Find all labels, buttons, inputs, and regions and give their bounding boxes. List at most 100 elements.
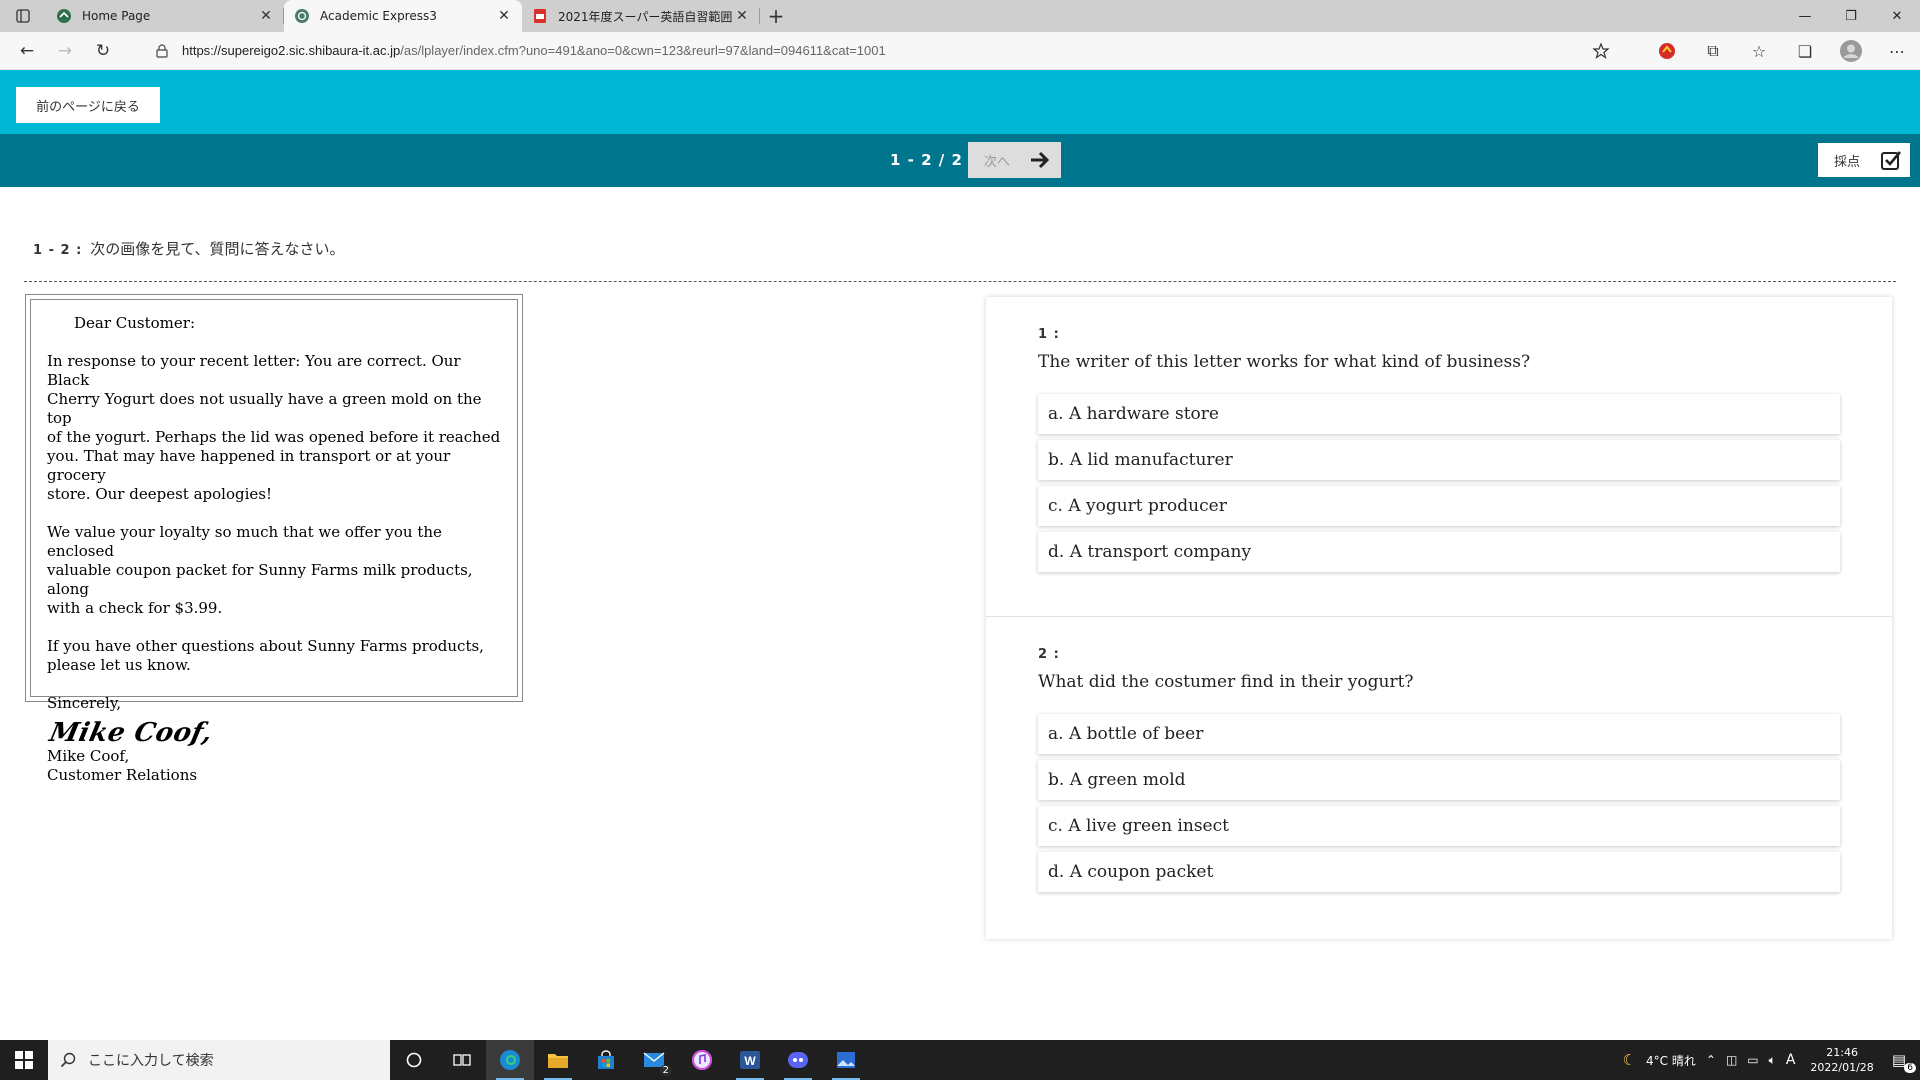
- browser-extensions: ⧉ ☆ ❏ ⋯: [1644, 32, 1920, 70]
- question-set-instruction: 次の画像を見て、質問に答えなさい。: [90, 240, 345, 258]
- answer-option-d[interactable]: d. A coupon packet: [1038, 852, 1840, 892]
- minimize-button[interactable]: —: [1782, 0, 1828, 32]
- show-hidden-icons-icon[interactable]: ⌃: [1701, 1053, 1721, 1067]
- answer-option-b[interactable]: b. A lid manufacturer: [1038, 440, 1840, 480]
- question-text: The writer of this letter works for what…: [1038, 352, 1531, 372]
- letter-greeting: Dear Customer:: [74, 314, 196, 332]
- lock-icon: [150, 43, 174, 58]
- tab-title: 2021年度スーパー英語自習範囲: [558, 9, 733, 24]
- app-nav-bar: 1 - 2 / 2 次へ 採点: [0, 134, 1920, 187]
- letter-closing: Sincerely,: [47, 694, 122, 712]
- extension-red-icon[interactable]: [1644, 32, 1690, 70]
- arrow-right-icon: [1031, 151, 1050, 169]
- question-block-1: 1 : The writer of this letter works for …: [986, 297, 1892, 617]
- photos-button[interactable]: [822, 1040, 870, 1080]
- question-number: 1 :: [1038, 327, 1060, 342]
- url-path: /as/lplayer/index.cfm?uno=491&ano=0&cwn=…: [400, 43, 886, 58]
- start-button[interactable]: [0, 1040, 48, 1080]
- letter-paragraph: In response to your recent letter: You a…: [47, 352, 503, 504]
- grade-button-label: 採点: [1834, 154, 1861, 170]
- page-indicator: 1 - 2 / 2: [890, 151, 963, 169]
- taskbar-search-box[interactable]: ここに入力して検索: [48, 1040, 390, 1080]
- tab-pdf-document[interactable]: 2021年度スーパー英語自習範囲 ✕: [522, 0, 760, 32]
- discord-button[interactable]: [774, 1040, 822, 1080]
- questions-panel: 1 : The writer of this letter works for …: [986, 297, 1892, 939]
- itunes-button[interactable]: [678, 1040, 726, 1080]
- favorites-icon[interactable]: ☆: [1736, 32, 1782, 70]
- notification-count-badge: 6: [1904, 1063, 1916, 1073]
- word-button[interactable]: W: [726, 1040, 774, 1080]
- network-icon[interactable]: ▭: [1742, 1053, 1763, 1067]
- next-button-label: 次へ: [984, 154, 1011, 170]
- cortana-icon: [406, 1052, 422, 1068]
- back-to-previous-page-button[interactable]: 前のページに戻る: [16, 87, 160, 123]
- answer-option-b[interactable]: b. A green mold: [1038, 760, 1840, 800]
- more-menu-icon[interactable]: ⋯: [1874, 32, 1920, 70]
- folder-icon: [548, 1054, 568, 1068]
- ime-indicator[interactable]: A: [1781, 1052, 1801, 1068]
- letter-line: please let us know.: [47, 656, 191, 674]
- tab-title: Home Page: [82, 9, 151, 23]
- letter-line: We value your loyalty so much that we of…: [47, 523, 442, 560]
- add-favorite-icon[interactable]: [1592, 41, 1610, 63]
- answer-option-a[interactable]: a. A hardware store: [1038, 394, 1840, 434]
- question-number: 2 :: [1038, 647, 1060, 662]
- answer-option-c[interactable]: c. A live green insect: [1038, 806, 1840, 846]
- restore-button[interactable]: ❐: [1828, 0, 1874, 32]
- cortana-button[interactable]: [390, 1040, 438, 1080]
- close-window-button[interactable]: ✕: [1874, 0, 1920, 32]
- edge-taskbar-button[interactable]: [486, 1040, 534, 1080]
- volume-icon[interactable]: 🔈︎: [1764, 1053, 1781, 1068]
- letter-image: Dear Customer: In response to your recen…: [25, 294, 523, 784]
- app-top-bar: 前のページに戻る: [0, 70, 1920, 134]
- tab-academic-express[interactable]: Academic Express3 ✕: [284, 0, 522, 32]
- answer-option-d[interactable]: d. A transport company: [1038, 532, 1840, 572]
- notification-center-icon[interactable]: ▤ 6: [1884, 1051, 1920, 1073]
- letter-line: with a check for $3.99.: [47, 599, 223, 617]
- close-tab-icon[interactable]: ✕: [734, 8, 750, 24]
- grade-button[interactable]: 採点: [1818, 143, 1910, 177]
- back-button[interactable]: ←: [8, 35, 46, 67]
- extensions-puzzle-icon[interactable]: ⧉: [1690, 32, 1736, 70]
- new-tab-button[interactable]: +: [760, 0, 792, 32]
- collections-icon[interactable]: ❏: [1782, 32, 1828, 70]
- weather-moon-icon[interactable]: ☾: [1618, 1051, 1641, 1069]
- refresh-button[interactable]: ↻: [84, 35, 122, 67]
- close-tab-icon[interactable]: ✕: [496, 8, 512, 24]
- url-text: https://supereigo2.sic.shibaura-it.ac.jp…: [182, 43, 886, 58]
- letter-line: of the yogurt. Perhaps the lid was opene…: [47, 428, 501, 446]
- arrow-left-icon: ←: [19, 40, 35, 61]
- photos-icon: [837, 1052, 855, 1068]
- letter-line: If you have other questions about Sunny …: [47, 637, 484, 655]
- url-host: https://supereigo2.sic.shibaura-it.ac.jp: [182, 43, 401, 58]
- next-button[interactable]: 次へ: [968, 142, 1061, 178]
- forward-button[interactable]: →: [46, 35, 84, 67]
- window-controls: — ❐ ✕: [1782, 0, 1920, 32]
- answer-option-a[interactable]: a. A bottle of beer: [1038, 714, 1840, 754]
- question-block-2: 2 : What did the costumer find in their …: [986, 617, 1892, 937]
- clock-date: 2022/01/28: [1810, 1061, 1874, 1074]
- tab-home-page[interactable]: Home Page ✕: [46, 0, 284, 32]
- search-icon: [60, 1052, 76, 1068]
- address-bar[interactable]: https://supereigo2.sic.shibaura-it.ac.jp…: [150, 36, 1610, 66]
- plus-icon: +: [767, 4, 785, 28]
- letter-content: Dear Customer: In response to your recen…: [30, 299, 518, 784]
- tab-actions-button[interactable]: [0, 0, 46, 32]
- letter-line: store. Our deepest apologies!: [47, 485, 272, 503]
- profile-avatar[interactable]: [1828, 32, 1874, 70]
- clock[interactable]: 21:46 2022/01/28: [1800, 1045, 1883, 1075]
- file-explorer-button[interactable]: [534, 1040, 582, 1080]
- meet-now-icon[interactable]: ◫: [1721, 1053, 1742, 1067]
- answer-option-c[interactable]: c. A yogurt producer: [1038, 486, 1840, 526]
- close-tab-icon[interactable]: ✕: [258, 8, 274, 24]
- weather-text[interactable]: 4°C 晴れ: [1641, 1052, 1701, 1069]
- task-view-button[interactable]: [438, 1040, 486, 1080]
- store-button[interactable]: [582, 1040, 630, 1080]
- discord-icon: [788, 1052, 808, 1068]
- browser-tab-strip: Home Page ✕ Academic Express3 ✕ 2021年度スー…: [0, 0, 1920, 32]
- question-text: What did the costumer find in their yogu…: [1038, 672, 1414, 692]
- mail-button[interactable]: 2: [630, 1040, 678, 1080]
- checkbox-checked-icon: [1881, 151, 1901, 170]
- letter-signature: Mike Coof,: [46, 718, 216, 748]
- word-icon: W: [740, 1051, 760, 1069]
